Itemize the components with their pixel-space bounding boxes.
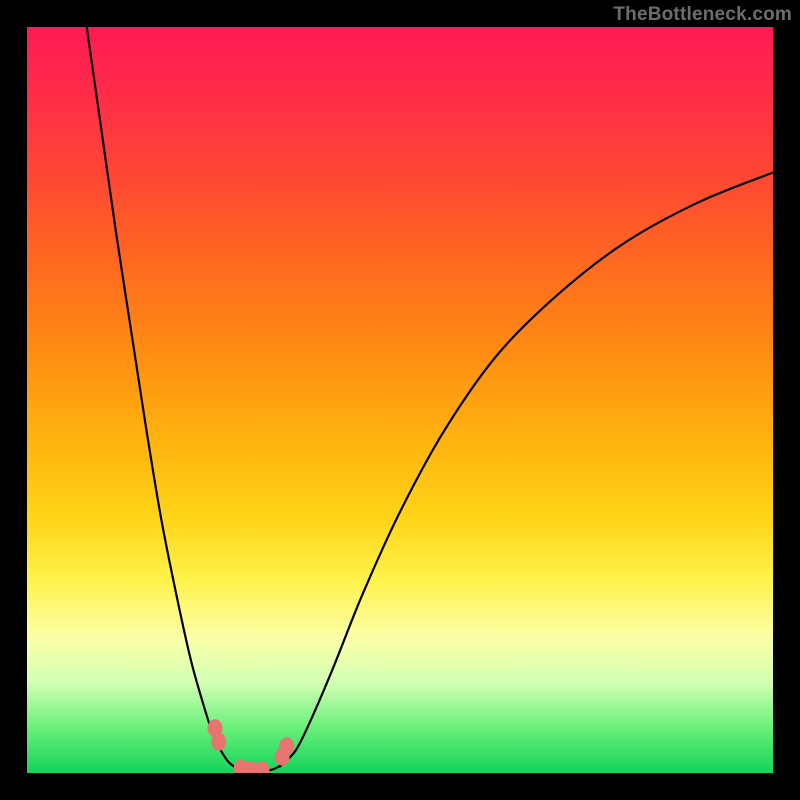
curve-marker: [279, 737, 294, 755]
curve-path: [87, 27, 773, 772]
bottleneck-curve: [27, 27, 773, 773]
curve-markers: [207, 719, 294, 773]
watermark-text: TheBottleneck.com: [613, 4, 792, 26]
plot-area: [27, 27, 773, 773]
curve-marker: [211, 733, 226, 751]
curve-marker: [254, 761, 269, 773]
